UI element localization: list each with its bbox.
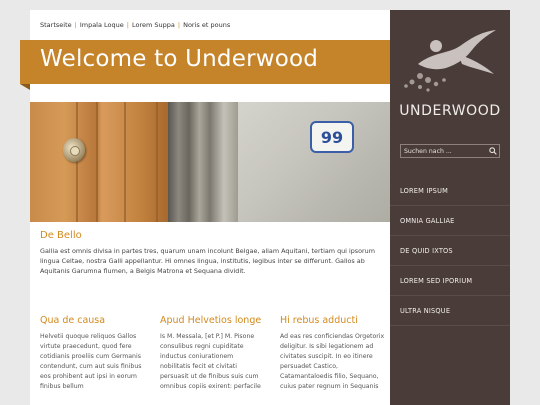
- column-heading: Qua de causa: [40, 315, 106, 326]
- column-heading: Apud Helvetios longe: [160, 315, 262, 326]
- breadcrumb-current[interactable]: Noris et pouns: [183, 21, 230, 29]
- intro-heading: De Bello: [40, 230, 82, 241]
- search-input[interactable]: [401, 145, 487, 157]
- breadcrumb: Startseite | Impala Loque | Lorem Suppa …: [40, 19, 230, 31]
- breadcrumb-item[interactable]: Impala Loque: [80, 21, 124, 29]
- door-knob: [63, 138, 85, 162]
- breadcrumb-separator: |: [177, 21, 181, 29]
- feature-columns: Qua de causa Helvetii quoque reliquos Ga…: [40, 315, 385, 392]
- nav-item-ultra-nisque[interactable]: ULTRA NISQUE: [390, 296, 510, 326]
- breadcrumb-home[interactable]: Startseite: [40, 21, 72, 29]
- hero-image: 99: [30, 102, 390, 222]
- column-heading: Hi rebus adducti: [280, 315, 358, 326]
- sidebar-nav: LOREM IPSUM OMNIA GALLIAE DE QUID IXTOS …: [390, 176, 510, 326]
- intro-section: De Bello Gallia est omnis divisa in part…: [40, 230, 382, 276]
- intro-text: Gallia est omnis divisa in partes tres, …: [40, 247, 375, 275]
- page-title: Welcome to Underwood: [40, 46, 319, 72]
- search-box: [400, 144, 500, 158]
- breadcrumb-separator: |: [74, 21, 77, 29]
- house-number-plate: 99: [310, 121, 354, 153]
- nav-item-omnia-galliae[interactable]: OMNIA GALLIAE: [390, 206, 510, 236]
- title-banner: Welcome to Underwood: [20, 40, 390, 90]
- nav-item-lorem-sed-iporium[interactable]: LOREM SED IPORIUM: [390, 266, 510, 296]
- column-text: Ad eas res conficiendas Orgetorix deligi…: [280, 333, 385, 390]
- feature-column: Qua de causa Helvetii quoque reliquos Ga…: [40, 315, 145, 392]
- breadcrumb-item[interactable]: Lorem Suppa: [132, 21, 175, 29]
- door-frame: [168, 102, 238, 222]
- nav-item-de-quid-ixtos[interactable]: DE QUID IXTOS: [390, 236, 510, 266]
- swimmer-logo-icon[interactable]: [398, 24, 502, 94]
- nav-item-lorem-ipsum[interactable]: LOREM IPSUM: [390, 176, 510, 206]
- column-text: Is M. Messala, [et P.] M. Pisone consuli…: [160, 333, 261, 390]
- door-panel: [30, 102, 168, 222]
- main-content: Startseite | Impala Loque | Lorem Suppa …: [20, 10, 390, 405]
- column-text: Helvetii quoque reliquos Gallos virtute …: [40, 333, 142, 390]
- breadcrumb-separator: |: [126, 21, 129, 29]
- site-brand[interactable]: UNDERWOOD: [390, 103, 510, 119]
- search-icon[interactable]: [487, 145, 499, 157]
- feature-column: Apud Helvetios longe Is M. Messala, [et …: [160, 315, 265, 392]
- sidebar: UNDERWOOD LOREM IPSUM OMNIA GALLIAE DE Q…: [390, 10, 510, 405]
- stone-wall: [238, 102, 390, 222]
- feature-column: Hi rebus adducti Ad eas res conficiendas…: [280, 315, 385, 392]
